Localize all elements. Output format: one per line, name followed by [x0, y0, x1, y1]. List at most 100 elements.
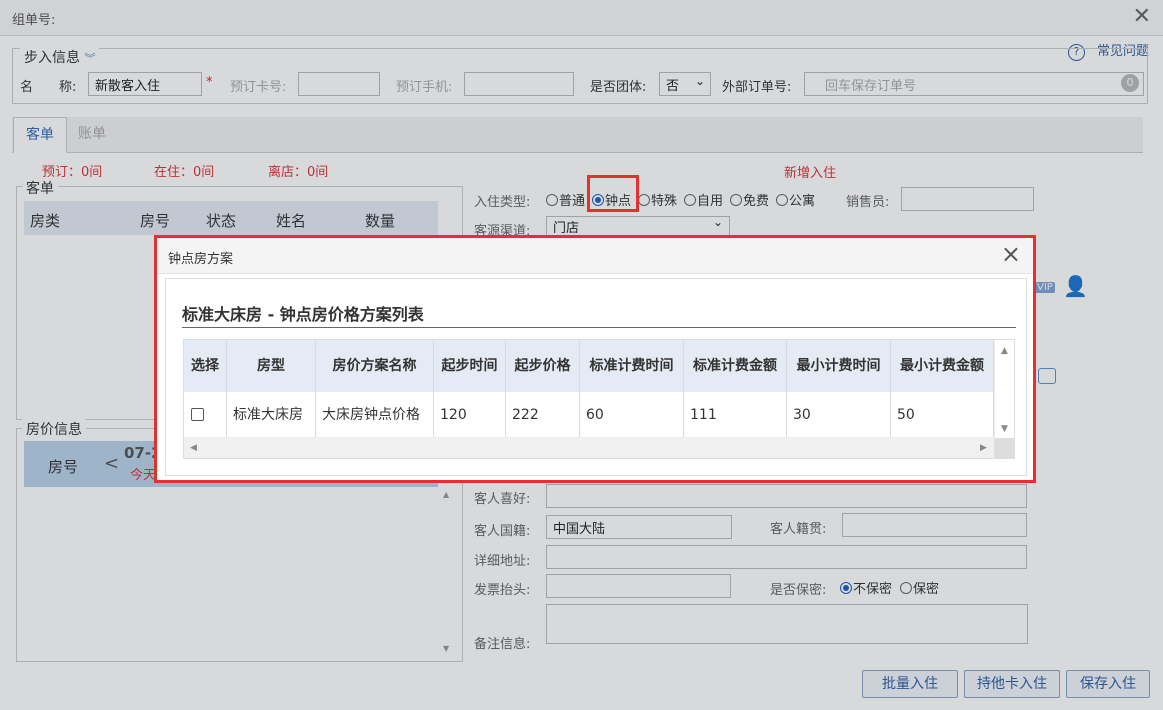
- invoice-label: 发票抬头:: [474, 583, 531, 598]
- remark-textarea[interactable]: [546, 604, 1028, 644]
- radio-special[interactable]: 特殊: [638, 190, 677, 209]
- scroll-up-icon[interactable]: ▲: [443, 490, 449, 499]
- cell-std-amount: 111: [684, 392, 787, 437]
- secret-label: 是否保密:: [770, 583, 827, 598]
- row-select-cell[interactable]: [184, 392, 227, 437]
- address-input[interactable]: [546, 545, 1027, 569]
- name-label: 名 称:: [20, 80, 77, 95]
- group-label: 是否团体:: [590, 80, 647, 95]
- tab-bill[interactable]: 账单: [66, 117, 118, 153]
- card-checkin-button[interactable]: 持他卡入住: [964, 670, 1060, 698]
- hourly-plan-modal: 钟点房方案 × 标准大床房 - 钟点房价格方案列表 选择 房型 房价方案名称 起…: [154, 235, 1036, 483]
- clear-icon[interactable]: 0: [1121, 74, 1139, 92]
- scroll-down-icon[interactable]: ▼: [443, 644, 449, 653]
- radio-apartment[interactable]: 公寓: [776, 190, 815, 209]
- window-title: 组单号:: [12, 13, 56, 28]
- required-mark: *: [206, 75, 213, 90]
- window-titlebar: 组单号: ✕: [0, 0, 1163, 36]
- scroll-up-icon[interactable]: ▲: [1001, 346, 1008, 356]
- col-header: 状态: [206, 212, 237, 230]
- remark-label: 备注信息:: [474, 637, 531, 652]
- price-panel-title: 房价信息: [22, 419, 86, 439]
- horizontal-scrollbar[interactable]: ◀ ▶: [184, 438, 994, 458]
- cell-start-time: 120: [434, 392, 506, 437]
- cell-plan-name: 大床房钟点价格: [316, 392, 434, 437]
- group-select[interactable]: 否 ⌄: [659, 72, 711, 96]
- hobby-label: 客人喜好:: [474, 492, 531, 507]
- radio-icon: [684, 194, 696, 206]
- modal-close-icon[interactable]: ×: [1001, 240, 1021, 268]
- invoice-input[interactable]: [546, 574, 731, 598]
- new-checkin-label: 新增入住: [784, 166, 837, 181]
- nation-input[interactable]: 中国大陆: [546, 515, 732, 539]
- phone-input[interactable]: [464, 72, 574, 96]
- radio-secret[interactable]: 保密: [900, 578, 939, 597]
- cell-min-time: 30: [787, 392, 891, 437]
- source-select[interactable]: 门店 ⌄: [546, 215, 730, 236]
- col-header: 起步价格: [506, 340, 580, 392]
- nation-label: 客人国籍:: [474, 524, 531, 539]
- radio-normal[interactable]: 普通: [546, 190, 585, 209]
- scroll-left-icon[interactable]: ◀: [190, 443, 197, 453]
- row-checkbox[interactable]: [191, 408, 204, 421]
- today-label: 今天: [130, 468, 157, 483]
- stat-leaving: 离店：0间: [268, 165, 329, 180]
- batch-checkin-button[interactable]: 批量入住: [862, 670, 958, 698]
- native-input[interactable]: [842, 513, 1027, 537]
- scan-icon[interactable]: [1038, 368, 1056, 384]
- stat-staying: 在住：0间: [154, 165, 215, 180]
- chevron-down-icon: ︾: [84, 52, 96, 65]
- col-header: 最小计费时间: [787, 340, 891, 392]
- plan-table: 选择 房型 房价方案名称 起步时间 起步价格 标准计费时间 标准计费金额 最小计…: [183, 339, 1015, 459]
- cell-std-time: 60: [580, 392, 684, 437]
- col-header: 标准计费金额: [684, 340, 787, 392]
- scroll-right-icon[interactable]: ▶: [980, 443, 987, 453]
- col-header: 房号: [140, 212, 171, 230]
- radio-not-secret[interactable]: 不保密: [840, 578, 892, 597]
- col-header: 房价方案名称: [316, 340, 434, 392]
- radio-free[interactable]: 免费: [730, 190, 769, 209]
- card-label: 预订卡号:: [230, 80, 287, 95]
- native-label: 客人籍贯:: [770, 522, 827, 537]
- hourly-highlight: [587, 175, 639, 212]
- add-user-icon[interactable]: 👤: [1063, 274, 1088, 298]
- save-checkin-button[interactable]: 保存入住: [1066, 670, 1150, 698]
- prev-icon[interactable]: <: [104, 453, 119, 474]
- guest-table-header: 房类 房号 状态 姓名 数量: [24, 201, 438, 235]
- tab-guest[interactable]: 客单: [13, 117, 67, 153]
- modal-divider: [182, 327, 1016, 328]
- chevron-down-icon: ⌄: [694, 74, 705, 88]
- radio-self[interactable]: 自用: [684, 190, 723, 209]
- type-label: 入住类型:: [474, 195, 531, 210]
- col-header: 标准计费时间: [580, 340, 684, 392]
- col-header: 房型: [227, 340, 316, 392]
- col-header: 选择: [184, 340, 227, 392]
- sales-input[interactable]: [901, 187, 1034, 211]
- ext-label: 外部订单号:: [722, 80, 792, 95]
- table-row[interactable]: 标准大床房 大床房钟点价格 120 222 60 111 30 50: [184, 392, 994, 438]
- col-header: 姓名: [276, 212, 307, 230]
- radio-icon: [776, 194, 788, 206]
- vertical-scrollbar[interactable]: ▲ ▼: [994, 340, 1014, 438]
- col-header: 房类: [30, 212, 61, 230]
- steps-legend[interactable]: 步入信息 ︾: [20, 47, 100, 67]
- radio-icon: [900, 582, 912, 594]
- hobby-input[interactable]: [546, 484, 1027, 508]
- radio-icon: [546, 194, 558, 206]
- radio-checked-icon: [840, 582, 852, 594]
- scroll-corner: [994, 438, 1014, 458]
- vip-icon[interactable]: VIP: [1035, 282, 1055, 293]
- card-input[interactable]: [298, 72, 380, 96]
- cell-start-price: 222: [506, 392, 580, 437]
- ext-order-input[interactable]: 回车保存订单号: [804, 72, 1144, 96]
- radio-icon: [730, 194, 742, 206]
- name-input[interactable]: 新散客入住: [88, 72, 202, 96]
- col-header: 起步时间: [434, 340, 506, 392]
- modal-subtitle: 标准大床房 - 钟点房价格方案列表: [182, 305, 424, 324]
- col-header: 最小计费金额: [891, 340, 994, 392]
- guest-panel-title: 客单: [22, 178, 58, 198]
- phone-label: 预订手机:: [396, 80, 453, 95]
- scroll-down-icon[interactable]: ▼: [1001, 424, 1008, 434]
- close-icon[interactable]: ✕: [1133, 4, 1151, 29]
- cell-room-type: 标准大床房: [227, 392, 316, 437]
